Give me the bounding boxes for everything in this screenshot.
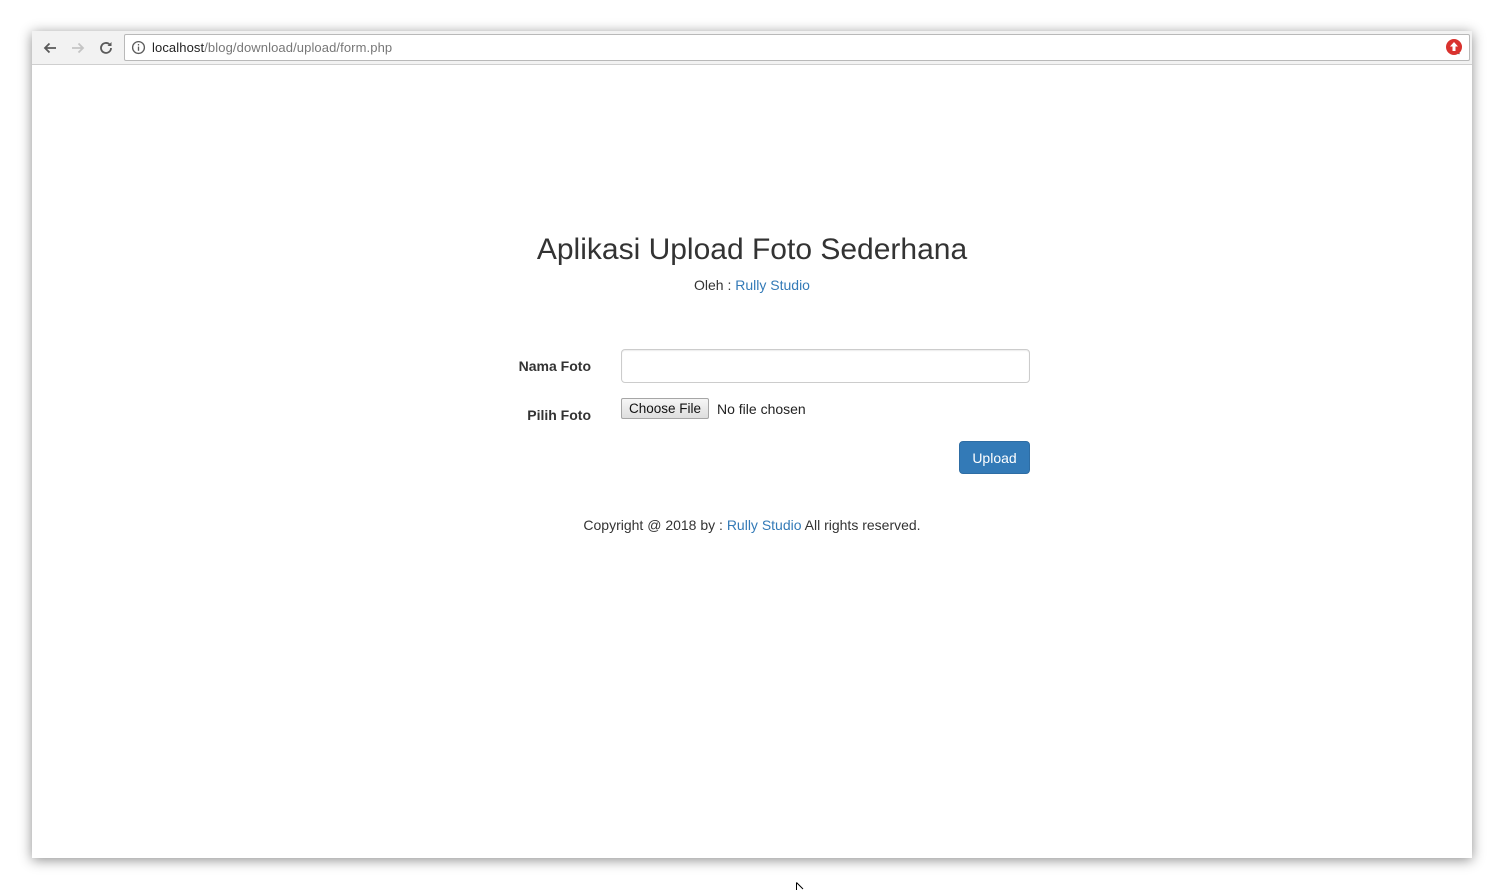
- arrow-left-icon: [43, 42, 56, 54]
- photo-name-input[interactable]: [621, 349, 1030, 383]
- info-circle-icon[interactable]: [131, 40, 146, 55]
- reload-button[interactable]: [95, 37, 117, 59]
- choose-file-button[interactable]: Choose File: [621, 398, 710, 419]
- footer-prefix: Copyright @ 2018 by :: [583, 517, 723, 533]
- browser-toolbar: localhost/blog/download/upload/form.php: [32, 31, 1472, 65]
- url-host: localhost: [152, 40, 205, 55]
- reload-icon: [100, 42, 112, 54]
- red-circle-up-arrow-icon[interactable]: [1445, 38, 1463, 56]
- footer-author-link[interactable]: Rully Studio: [727, 517, 802, 533]
- back-button[interactable]: [39, 37, 61, 59]
- author-link[interactable]: Rully Studio: [735, 277, 810, 293]
- page-title: Aplikasi Upload Foto Sederhana: [536, 233, 968, 266]
- byline: Oleh : Rully Studio: [32, 277, 1472, 293]
- forward-button[interactable]: [67, 37, 89, 59]
- url-text[interactable]: localhost/blog/download/upload/form.php: [152, 40, 392, 55]
- upload-button[interactable]: Upload: [959, 441, 1030, 474]
- photo-name-label: Nama Foto: [518, 358, 591, 374]
- photo-file-label: Pilih Foto: [527, 407, 591, 423]
- footer: Copyright @ 2018 by : Rully Studio All r…: [32, 517, 1472, 533]
- mouse-cursor-icon: [796, 882, 804, 890]
- arrow-right-icon: [72, 42, 85, 54]
- page-content: Aplikasi Upload Foto Sederhana Oleh : Ru…: [32, 66, 1472, 858]
- browser-window: localhost/blog/download/upload/form.php …: [32, 31, 1472, 858]
- byline-prefix: Oleh :: [694, 277, 732, 293]
- file-status-text: No file chosen: [717, 401, 806, 417]
- address-bar[interactable]: localhost/blog/download/upload/form.php: [124, 34, 1470, 61]
- url-path: /blog/download/upload/form.php: [204, 40, 393, 55]
- footer-suffix: All rights reserved.: [804, 517, 921, 533]
